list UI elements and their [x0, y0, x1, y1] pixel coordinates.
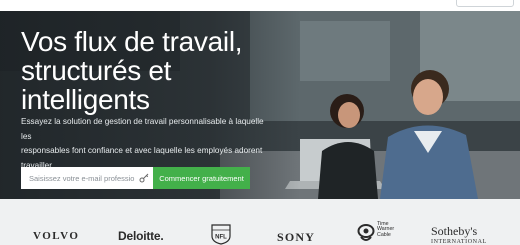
subtitle-line-2: responsables font confiance et avec laqu… [21, 146, 263, 155]
hero-subtitle: Essayez la solution de gestion de travai… [21, 115, 271, 173]
sothebys-subtitle: INTERNATIONAL [431, 239, 487, 245]
customer-logos-strip: VOLVO Deloitte. NFL SONY Time Warner Cab… [0, 199, 520, 245]
hero-headline: Vos flux de travail, structurés et intel… [21, 27, 301, 114]
top-navigation-bar [0, 0, 520, 11]
nfl-shield-icon: NFL [211, 224, 231, 245]
headline-line-1: Vos flux de travail, [21, 26, 243, 57]
signup-form: Commencer gratuitement [21, 167, 250, 189]
top-nav-button[interactable] [456, 0, 514, 7]
key-icon [139, 173, 149, 183]
hero-section: Vos flux de travail, structurés et intel… [0, 11, 520, 199]
sothebys-logo: Sotheby's INTERNATIONAL [431, 224, 487, 245]
email-input-wrapper [21, 167, 153, 189]
eye-ear-icon [357, 224, 375, 241]
nfl-logo-text: NFL [215, 235, 227, 241]
sony-logo: SONY [277, 230, 316, 244]
twc-line-3: Cable [377, 231, 391, 238]
email-field[interactable] [21, 167, 153, 189]
headline-line-2: structurés et [21, 55, 172, 86]
volvo-logo: VOLVO [33, 230, 80, 242]
start-free-button[interactable]: Commencer gratuitement [153, 167, 250, 189]
sothebys-wordmark: Sotheby's [431, 224, 478, 238]
twc-wordmark: Time Warner Cable [377, 221, 394, 238]
headline-line-3: intelligents [21, 84, 150, 115]
subtitle-line-1: Essayez la solution de gestion de travai… [21, 117, 264, 141]
deloitte-logo: Deloitte. [118, 229, 164, 243]
time-warner-cable-logo: Time Warner Cable [357, 221, 403, 244]
